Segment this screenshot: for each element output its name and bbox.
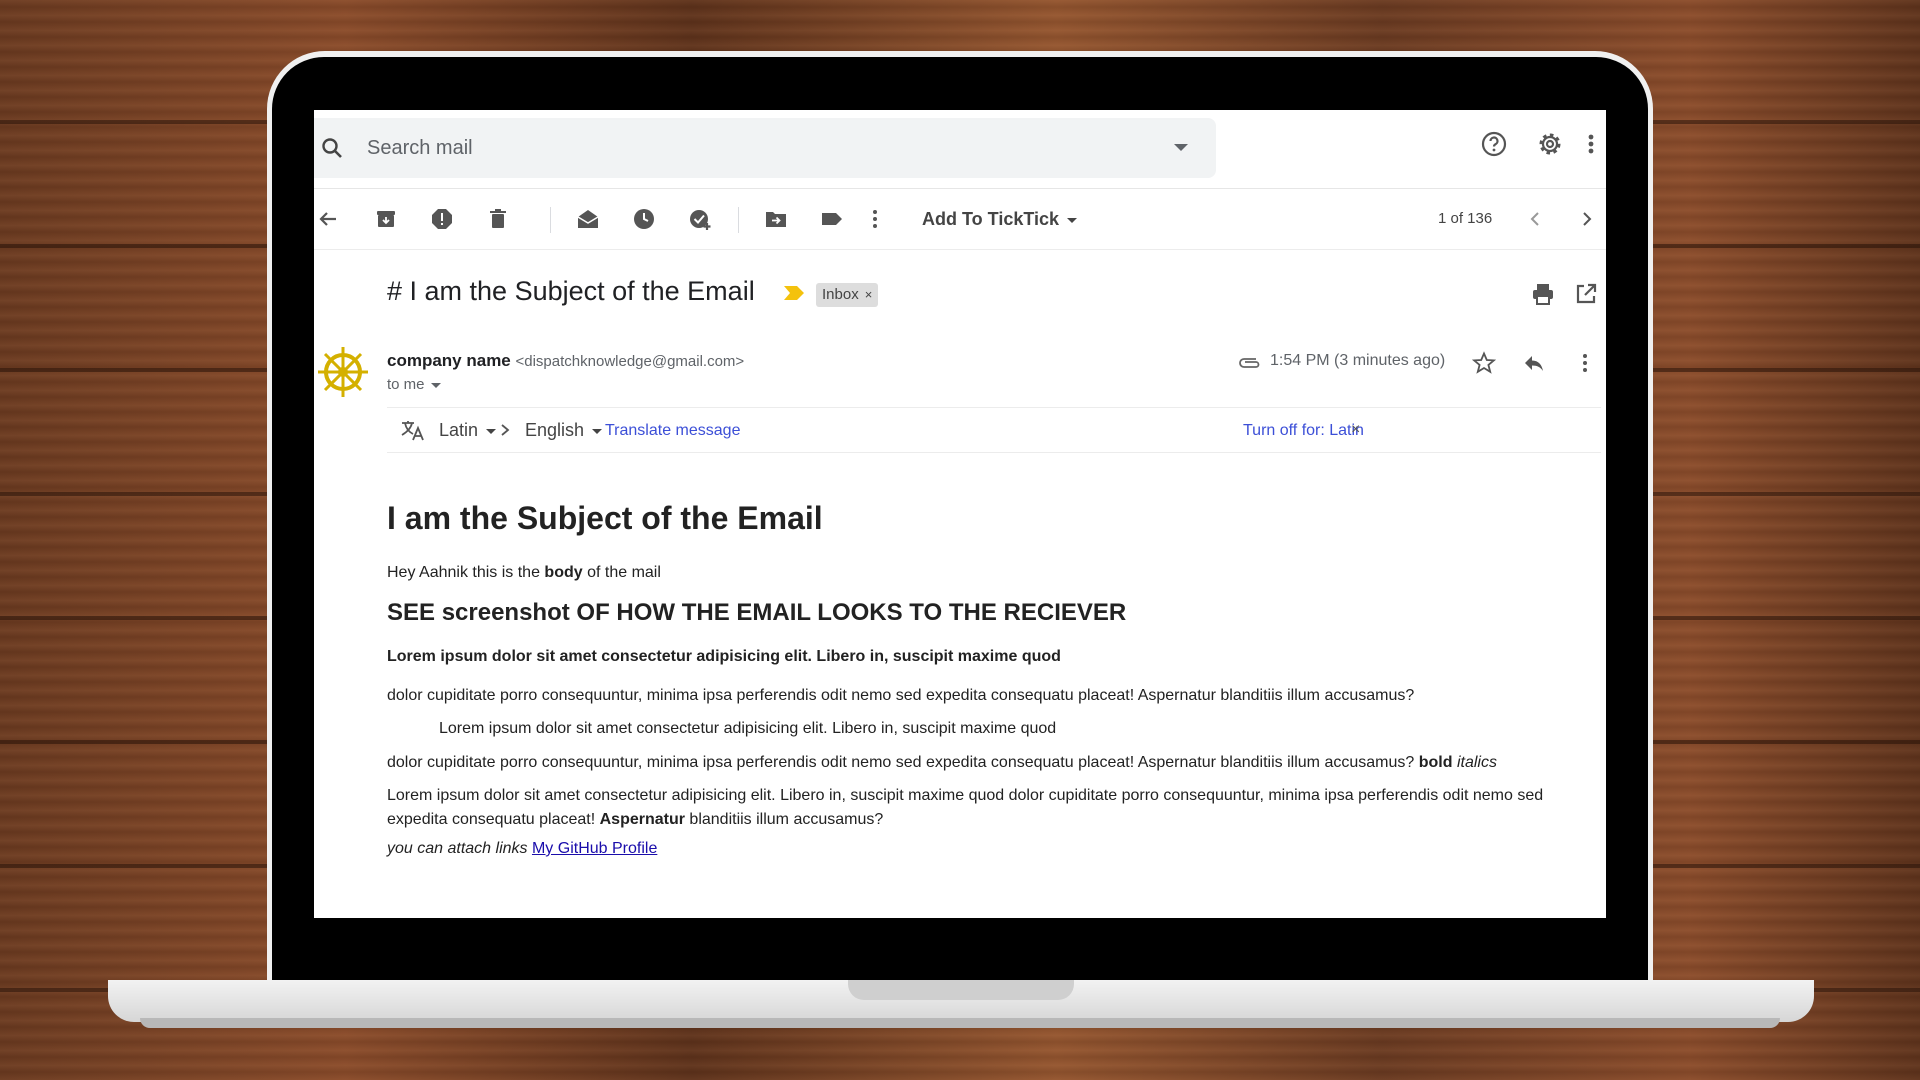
help-icon[interactable] (1480, 130, 1508, 158)
report-spam-icon[interactable] (430, 207, 454, 231)
laptop-base-edge (140, 1018, 1780, 1028)
body-bold-line: Lorem ipsum dolor sit amet consectetur a… (387, 648, 1061, 665)
sender-email: <dispatchknowledge@gmail.com> (515, 353, 745, 370)
gmail-screen: Search mail Add To TickTick 1 of 136 # I… (314, 110, 1606, 918)
email-timestamp: 1:54 PM (3 minutes ago) (1270, 352, 1446, 369)
pagination-count: 1 of 136 (1438, 210, 1493, 227)
body-paragraph: you can attach links My GitHub Profile (387, 837, 657, 861)
body-paragraph: dolor cupiditate porro consequuntur, min… (387, 751, 1497, 775)
apps-more-icon[interactable] (1586, 130, 1596, 158)
inbox-label-chip[interactable]: Inbox × (816, 283, 879, 307)
open-new-window-icon[interactable] (1574, 282, 1598, 306)
star-icon[interactable] (1472, 351, 1496, 375)
body-bold-text: body (544, 564, 583, 581)
body-text: blanditiis illum accusamus? (684, 811, 884, 828)
target-language-label: English (525, 420, 585, 440)
search-options-icon[interactable] (1174, 144, 1188, 151)
sender-name[interactable]: company name (387, 351, 511, 370)
add-task-icon[interactable] (688, 207, 712, 231)
body-italic-text: you can attach links (387, 840, 532, 857)
search-bar[interactable]: Search mail (314, 118, 1216, 178)
chevron-down-icon (430, 382, 441, 388)
search-icon[interactable] (320, 136, 344, 160)
email-subject: # I am the Subject of the Email (387, 276, 755, 306)
reply-icon[interactable] (1522, 351, 1546, 375)
source-language-select[interactable]: Latin (439, 420, 497, 441)
chevron-down-icon (592, 428, 603, 434)
top-bar: Search mail (314, 110, 1606, 189)
move-to-folder-icon[interactable] (764, 207, 788, 231)
newer-chevron-left-icon[interactable] (1524, 207, 1548, 231)
toolbar-divider (738, 207, 739, 233)
add-to-ticktick-button[interactable]: Add To TickTick (922, 209, 1078, 230)
importance-marker-icon[interactable] (784, 286, 804, 300)
target-language-select[interactable]: English (525, 420, 603, 441)
body-text: Lorem ipsum dolor sit amet consectetur a… (387, 787, 1544, 828)
archive-icon[interactable] (374, 207, 398, 231)
chevron-down-icon (486, 428, 497, 434)
body-text: of the mail (582, 564, 661, 581)
close-translate-icon[interactable]: × (1351, 421, 1360, 439)
message-more-icon[interactable] (1580, 351, 1590, 375)
body-paragraph: Lorem ipsum dolor sit amet consectetur a… (387, 784, 1593, 832)
toolbar-divider (550, 207, 551, 233)
body-subheading: SEE screenshot OF HOW THE EMAIL LOOKS TO… (387, 599, 1127, 626)
back-arrow-icon[interactable] (316, 207, 340, 231)
body-paragraph: Hey Aahnik this is the body of the mail (387, 561, 661, 585)
older-chevron-right-icon[interactable] (1574, 207, 1598, 231)
turn-off-translation-link[interactable]: Turn off for: Latin (1243, 422, 1364, 440)
settings-gear-icon[interactable] (1536, 130, 1564, 158)
body-bold-text: bold (1418, 754, 1453, 771)
body-text: Hey Aahnik this is the (387, 564, 545, 581)
translate-bar: Latin English Translate message Turn off… (387, 407, 1601, 453)
body-italic-text: italics (1456, 754, 1497, 771)
sender-line: company name <dispatchknowledge@gmail.co… (387, 351, 744, 371)
snooze-clock-icon[interactable] (632, 207, 656, 231)
recipients-label: to me (387, 376, 425, 393)
delete-trash-icon[interactable] (486, 207, 510, 231)
chevron-right-icon (501, 424, 510, 436)
body-bold-text: Aspernatur (599, 811, 685, 828)
search-input[interactable]: Search mail (367, 137, 473, 160)
recipients-toggle[interactable]: to me (387, 376, 441, 393)
mark-unread-icon[interactable] (576, 207, 600, 231)
sender-avatar[interactable] (316, 345, 370, 399)
remove-label-icon[interactable]: × (865, 287, 873, 302)
attachment-icon (1239, 358, 1260, 368)
translate-icon (401, 421, 424, 441)
inbox-label-text: Inbox (822, 286, 859, 303)
body-paragraph: dolor cupiditate porro consequuntur, min… (387, 687, 1415, 704)
chevron-down-icon (1067, 217, 1078, 223)
source-language-label: Latin (439, 420, 479, 440)
github-profile-link[interactable]: My GitHub Profile (532, 840, 657, 857)
print-icon[interactable] (1530, 281, 1556, 307)
body-blockquote: Lorem ipsum dolor sit amet consectetur a… (439, 720, 1057, 737)
label-tag-icon[interactable] (820, 207, 844, 231)
laptop-notch (848, 980, 1074, 1000)
body-text: dolor cupiditate porro consequuntur, min… (387, 754, 1419, 771)
email-toolbar: Add To TickTick 1 of 136 (314, 189, 1606, 250)
ticktick-label: Add To TickTick (922, 209, 1060, 229)
more-options-icon[interactable] (870, 207, 880, 231)
translate-message-link[interactable]: Translate message (605, 422, 740, 440)
body-heading: I am the Subject of the Email (387, 500, 823, 536)
